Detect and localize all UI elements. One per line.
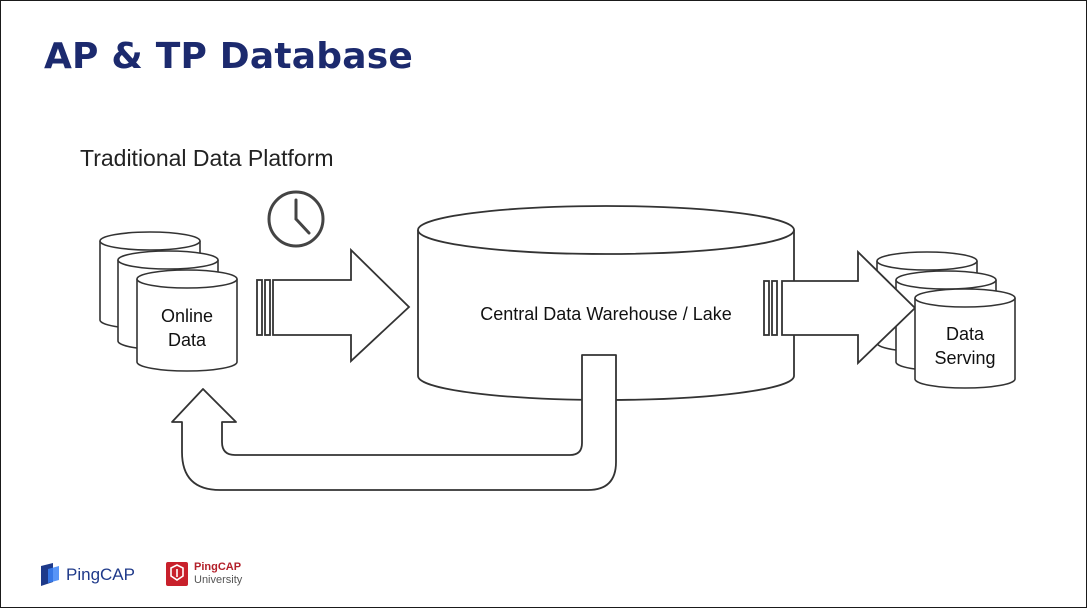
university-name: PingCAP [194,561,242,573]
data-platform-diagram: Traditional Data Platform Online Data Ce… [80,145,1016,491]
ingest-arrow [256,247,411,364]
clock-icon [267,190,325,248]
online-data-label-line1: Online [161,306,213,326]
data-serving-label-line1: Data [946,324,985,344]
online-data-cylinders [99,231,238,372]
diagram-subtitle: Traditional Data Platform [80,145,334,171]
warehouse-label: Central Data Warehouse / Lake [480,304,731,324]
university-sub: University [194,574,243,586]
pingcap-logo: PingCAP [40,563,135,587]
pingcap-brand-text: PingCAP [66,565,135,584]
university-icon [166,562,188,586]
data-serving-label-line2: Serving [934,348,995,368]
online-data-label-line2: Data [168,330,207,350]
pingcap-icon [41,563,59,586]
pingcap-university-logo: PingCAP University [166,561,242,587]
university-text: PingCAP University [194,561,242,587]
